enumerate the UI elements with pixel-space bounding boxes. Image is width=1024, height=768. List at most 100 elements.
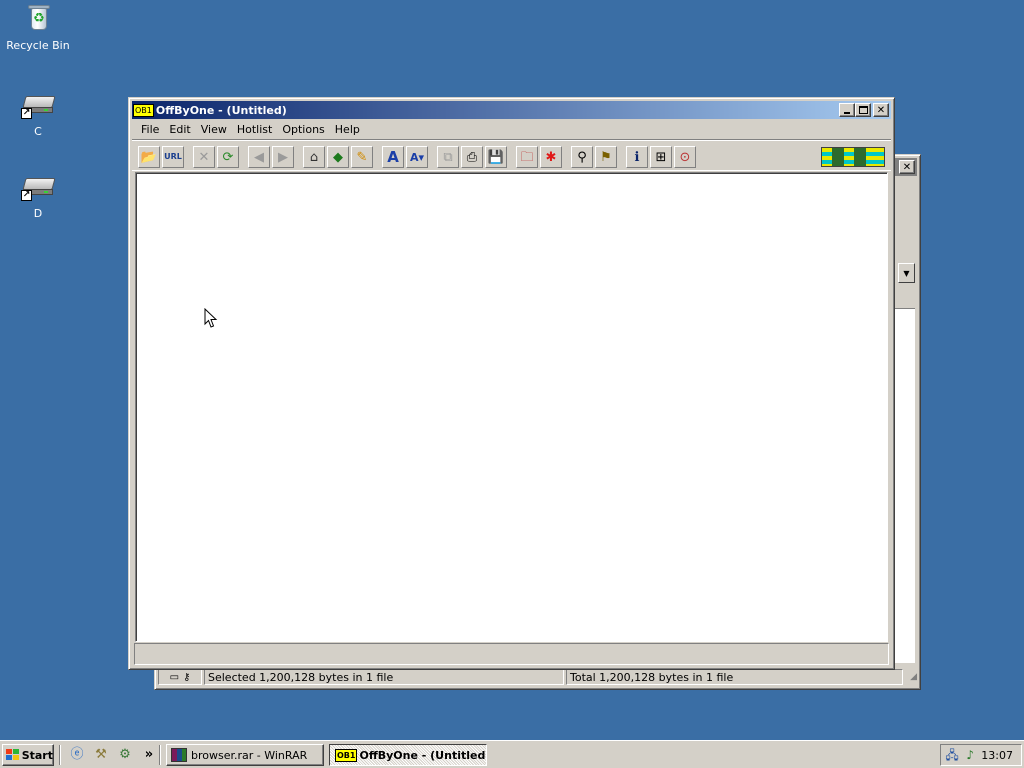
menu-bar: File Edit View Hotlist Options Help [132, 120, 891, 138]
menu-hotlist[interactable]: Hotlist [232, 123, 277, 136]
hard-drive-icon: ↗ [21, 88, 56, 122]
window-title: OffByOne - (Untitled) [155, 103, 287, 117]
close-icon: ✕ [876, 104, 886, 116]
disk-icon: ⊙ [679, 149, 691, 165]
desktop-icon-label: C [34, 125, 42, 138]
offbyone-titlebar[interactable]: OB1 OffByOne - (Untitled) ✕ [132, 101, 891, 119]
drive-status-icon: ▭ [169, 671, 180, 683]
decrease-font-button[interactable]: A▾ [406, 146, 428, 168]
start-button[interactable]: Start [2, 744, 54, 766]
increase-font-button[interactable]: A [382, 146, 404, 168]
menu-file[interactable]: File [136, 123, 164, 136]
winrar-status-total: Total 1,200,128 bytes in 1 file [566, 669, 903, 685]
winrar-status-icons: ▭ ⚷ [158, 669, 202, 685]
floppy-disk-icon: 💾 [487, 149, 505, 165]
cache-button[interactable]: ⊙ [674, 146, 696, 168]
recycle-bin-icon: ♻ [21, 2, 55, 36]
reload-button[interactable]: ⟳ [217, 146, 239, 168]
back-arrow-icon: ◀ [254, 149, 264, 165]
add-bookmark-icon: ✎ [356, 149, 368, 165]
windows-logo-icon [6, 749, 19, 761]
progress-indicator-icon [821, 147, 885, 167]
clock[interactable]: 13:07 [981, 749, 1013, 762]
copy-button[interactable]: ⧉ [437, 146, 459, 168]
forward-arrow-icon: ▶ [278, 149, 288, 165]
taskbar-separator [59, 745, 61, 765]
menu-view[interactable]: View [196, 123, 232, 136]
url-icon: URL [164, 152, 182, 161]
task-offbyone[interactable]: OB1 OffByOne - (Untitled) [329, 744, 487, 766]
find-next-button[interactable]: ⚑ [595, 146, 617, 168]
winrar-dropdown-button[interactable]: ▼ [898, 263, 915, 283]
copy-icon: ⧉ [443, 149, 453, 165]
burst-icon: ✱ [545, 149, 557, 165]
winrar-statusbar: ▭ ⚷ Selected 1,200,128 bytes in 1 file T… [158, 668, 917, 686]
save-button[interactable]: 💾 [485, 146, 507, 168]
image-folder-icon: 🗀 [520, 149, 534, 165]
winrar-books-icon [171, 748, 187, 762]
font-larger-icon: A [387, 147, 399, 166]
forward-button[interactable]: ▶ [272, 146, 294, 168]
bookmark-icon: ◆ [333, 149, 343, 165]
printer-icon: ⎙ [466, 149, 478, 165]
font-smaller-icon: A▾ [409, 150, 425, 164]
info-icon: ℹ [634, 149, 640, 165]
volume-tray-icon[interactable]: ♪ [963, 747, 977, 763]
minimize-button[interactable] [839, 103, 855, 117]
winrar-close-button[interactable]: ✕ [899, 160, 915, 174]
quicklaunch-chevron-icon[interactable]: » [141, 747, 157, 763]
desktop-icon-drive-d[interactable]: ↗ D [0, 170, 76, 220]
hotlist-button[interactable]: ◆ [327, 146, 349, 168]
shortcut-arrow-icon: ↗ [21, 190, 32, 201]
maximize-button[interactable] [855, 103, 871, 117]
winrar-list-header[interactable] [895, 291, 915, 309]
menu-edit[interactable]: Edit [164, 123, 195, 136]
open-file-button[interactable]: 📂 [138, 146, 160, 168]
system-tray: 🖧 ♪ 13:07 [940, 744, 1022, 766]
task-label: browser.rar - WinRAR [191, 748, 308, 762]
menu-help[interactable]: Help [330, 123, 365, 136]
minimize-icon [844, 112, 850, 114]
menu-options[interactable]: Options [277, 123, 329, 136]
home-button[interactable]: ⌂ [303, 146, 325, 168]
add-hotlist-button[interactable]: ✎ [351, 146, 373, 168]
home-icon: ⌂ [309, 149, 319, 165]
desktop-icon-label: D [33, 207, 43, 220]
info-button[interactable]: ℹ [626, 146, 648, 168]
taskbar: Start ⓔ ⚒ ⚙ » browser.rar - WinRAR OB1 O… [0, 740, 1024, 768]
shortcut-arrow-icon: ↗ [21, 108, 32, 119]
images-button[interactable]: 🗀 [516, 146, 538, 168]
hard-drive-icon: ↗ [21, 170, 56, 204]
settings-burst-button[interactable]: ✱ [540, 146, 562, 168]
desktop-icon-recycle-bin[interactable]: ♻ Recycle Bin [0, 2, 76, 52]
task-label: OffByOne - (Untitled) [359, 748, 487, 762]
network-tray-icon[interactable]: 🖧 [945, 747, 959, 763]
offbyone-window[interactable]: OB1 OffByOne - (Untitled) ✕ File Edit Vi… [128, 97, 895, 670]
back-button[interactable]: ◀ [248, 146, 270, 168]
open-url-button[interactable]: URL [162, 146, 184, 168]
task-winrar[interactable]: browser.rar - WinRAR [166, 744, 324, 766]
winrar-status-selected: Selected 1,200,128 bytes in 1 file [204, 669, 564, 685]
offbyone-app-icon[interactable]: OB1 [133, 103, 154, 117]
desktop-icon-drive-c[interactable]: ↗ C [0, 88, 76, 138]
quicklaunch-ie-icon[interactable]: ⓔ [69, 747, 85, 763]
stop-icon: ✕ [198, 149, 210, 165]
offbyone-statusbar [134, 643, 889, 665]
site-map-button[interactable]: ⊞ [650, 146, 672, 168]
find-button[interactable]: ⚲ [571, 146, 593, 168]
stop-button[interactable]: ✕ [193, 146, 215, 168]
quicklaunch-network-icon[interactable]: ⚙ [117, 747, 133, 763]
toolbar: 📂 URL ✕ ⟳ ◀ ▶ ⌂ ◆ ✎ A A▾ ⧉ ⎙ 💾 🗀 ✱ ⚲ ⚑ ℹ… [132, 139, 891, 171]
resize-grip-icon[interactable]: ◢ [903, 670, 917, 684]
print-button[interactable]: ⎙ [461, 146, 483, 168]
close-button[interactable]: ✕ [873, 103, 889, 117]
maximize-icon [858, 106, 868, 114]
taskbar-separator [159, 745, 161, 765]
winrar-file-list[interactable] [895, 291, 915, 663]
mouse-cursor-icon [204, 308, 218, 328]
desktop-icon-label: Recycle Bin [6, 39, 70, 52]
browser-content-area[interactable] [135, 172, 888, 642]
quicklaunch-tool-icon[interactable]: ⚒ [93, 747, 109, 763]
open-folder-icon: 📂 [140, 149, 158, 165]
binoculars-icon: ⚲ [577, 149, 587, 165]
